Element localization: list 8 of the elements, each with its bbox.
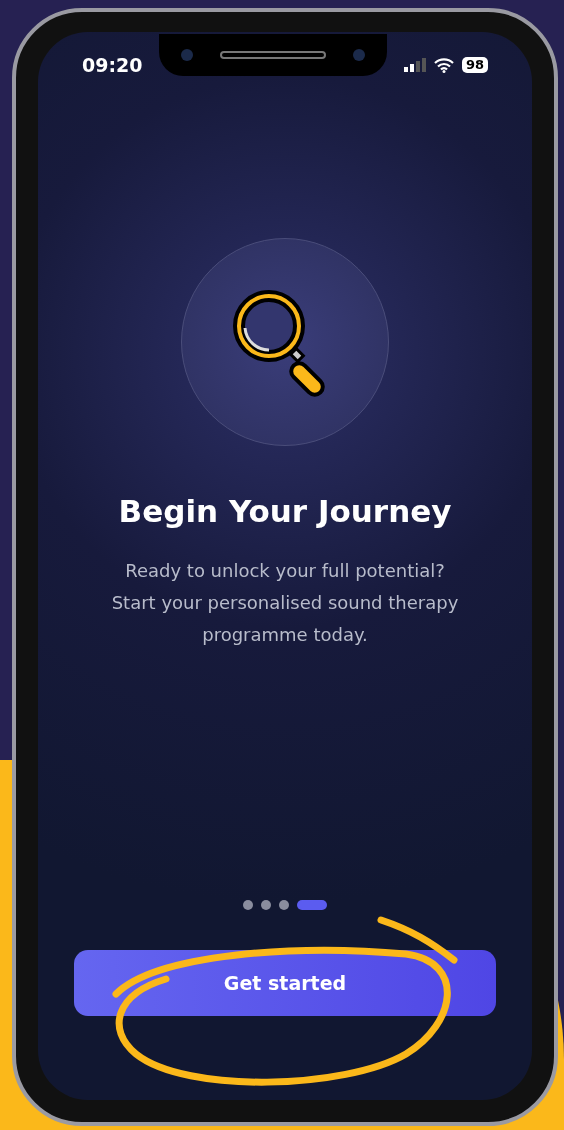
onboarding-description: Ready to unlock your full potential? Start your personalised sound therapy programme today.	[111, 558, 459, 647]
onboarding-title: Begin Your Journey	[118, 492, 452, 531]
camera-icon	[181, 49, 194, 61]
battery-level: 98	[461, 57, 488, 73]
signal-icon	[403, 58, 426, 72]
status-time: 09:20	[82, 52, 143, 78]
camera-icon	[353, 49, 366, 61]
wifi-icon	[433, 57, 454, 73]
